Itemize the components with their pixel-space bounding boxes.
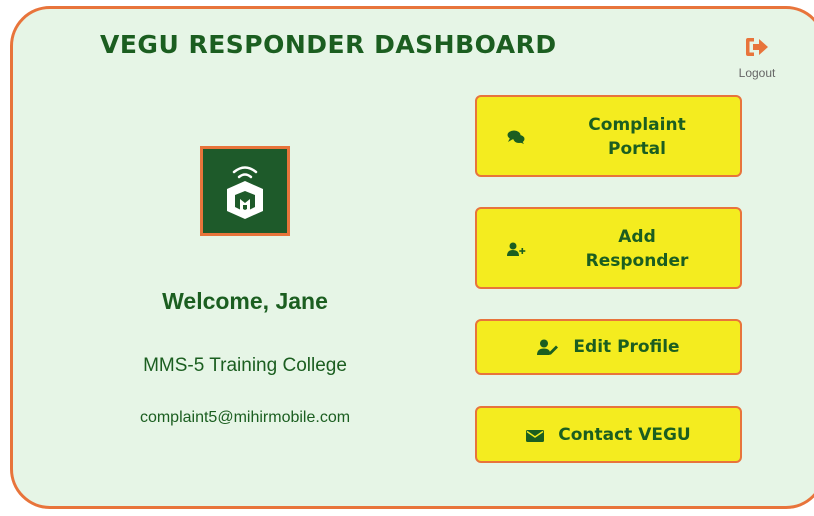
vegu-logo [200,146,290,236]
envelope-icon [526,428,545,442]
user-email: complaint5@mihirmobile.com [139,409,351,426]
edit-profile-button[interactable]: Edit Profile [475,319,742,375]
comments-icon [507,129,525,149]
organization-name: MMS-5 Training College [143,355,347,376]
page-title: VEGU RESPONDER DASHBOARD [100,30,557,59]
edit-profile-label: Edit Profile [573,337,680,357]
add-responder-button[interactable]: Add Responder [475,207,742,289]
complaint-portal-label: Complaint Portal [588,115,686,159]
logout-label: Logout [738,66,776,80]
logout-button[interactable]: Logout [732,36,782,92]
welcome-message: Welcome, Jane [162,288,328,314]
contact-vegu-label: Contact VEGU [558,424,691,445]
sign-out-icon [732,36,782,58]
user-plus-icon [507,241,527,261]
user-edit-icon [537,339,559,355]
add-responder-label: Add Responder [585,227,689,271]
complaint-portal-button[interactable]: Complaint Portal [475,95,742,177]
contact-vegu-button[interactable]: Contact VEGU [475,406,742,463]
